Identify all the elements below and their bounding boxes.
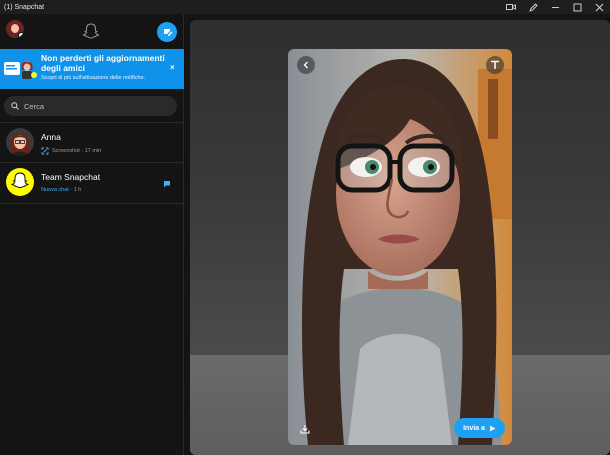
pen-icon[interactable] bbox=[522, 0, 544, 14]
avatar bbox=[6, 128, 34, 156]
close-icon[interactable]: × bbox=[170, 63, 175, 72]
text-tool-icon bbox=[491, 60, 499, 69]
avatar bbox=[6, 168, 34, 196]
banner-subtitle[interactable]: Scopri di più sull'attivazione delle not… bbox=[41, 75, 145, 81]
sidebar-header bbox=[0, 14, 183, 48]
chat-status-label: Screenshot bbox=[52, 148, 80, 154]
download-icon bbox=[300, 425, 310, 434]
snap-photo bbox=[288, 49, 512, 445]
window-title: (1) Snapchat bbox=[4, 3, 45, 11]
ghost-icon[interactable] bbox=[82, 22, 100, 40]
chat-bubble-icon bbox=[164, 181, 170, 188]
profile-avatar[interactable] bbox=[6, 20, 24, 38]
send-to-button[interactable]: Invia a bbox=[454, 418, 505, 438]
title-bar: (1) Snapchat bbox=[0, 0, 610, 14]
chat-name: Team Snapchat bbox=[41, 172, 101, 182]
back-icon bbox=[303, 61, 308, 69]
chat-list: Anna Screenshot · 17 min Team Snapchat N… bbox=[0, 122, 184, 204]
new-chat-icon bbox=[163, 28, 172, 36]
snap-preview[interactable]: Invia a bbox=[288, 49, 512, 445]
new-chat-button[interactable] bbox=[157, 22, 177, 42]
main-area: Invia a bbox=[185, 14, 610, 455]
text-tool-button[interactable] bbox=[486, 56, 504, 74]
minimize-icon[interactable] bbox=[544, 0, 566, 14]
preview-stage: Invia a bbox=[190, 20, 610, 455]
chat-time: · 17 min bbox=[81, 148, 102, 154]
banner-title: Non perderti gli aggiornamenti degli ami… bbox=[41, 53, 165, 73]
chat-row-team-snapchat[interactable]: Team Snapchat Nuova chat · 1 h bbox=[0, 163, 184, 204]
chat-status: Nuova chat · 1 h bbox=[41, 187, 81, 193]
camera-icon[interactable] bbox=[500, 0, 522, 14]
chat-name: Anna bbox=[41, 132, 61, 142]
sidebar: Non perderti gli aggiornamenti degli ami… bbox=[0, 14, 184, 455]
search-bar[interactable] bbox=[4, 96, 177, 116]
chat-status-label: Nuova chat bbox=[41, 187, 69, 193]
search-input[interactable] bbox=[24, 101, 164, 111]
chat-status: Screenshot · 17 min bbox=[41, 147, 101, 155]
chat-row-anna[interactable]: Anna Screenshot · 17 min bbox=[0, 122, 184, 163]
search-icon bbox=[11, 102, 19, 110]
window-controls bbox=[500, 0, 610, 14]
back-button[interactable] bbox=[297, 56, 315, 74]
download-button[interactable] bbox=[296, 420, 314, 438]
snapchat-app: (1) Snapchat Non perderti gli aggiorname… bbox=[0, 0, 610, 455]
notification-illustration bbox=[4, 61, 37, 79]
notification-banner[interactable]: Non perderti gli aggiornamenti degli ami… bbox=[0, 49, 184, 89]
send-arrow-icon bbox=[489, 425, 496, 431]
maximize-icon[interactable] bbox=[566, 0, 588, 14]
send-label: Invia a bbox=[463, 424, 485, 432]
screenshot-icon bbox=[41, 147, 49, 155]
chat-time: · 1 h bbox=[70, 187, 82, 193]
close-window-icon[interactable] bbox=[588, 0, 610, 14]
